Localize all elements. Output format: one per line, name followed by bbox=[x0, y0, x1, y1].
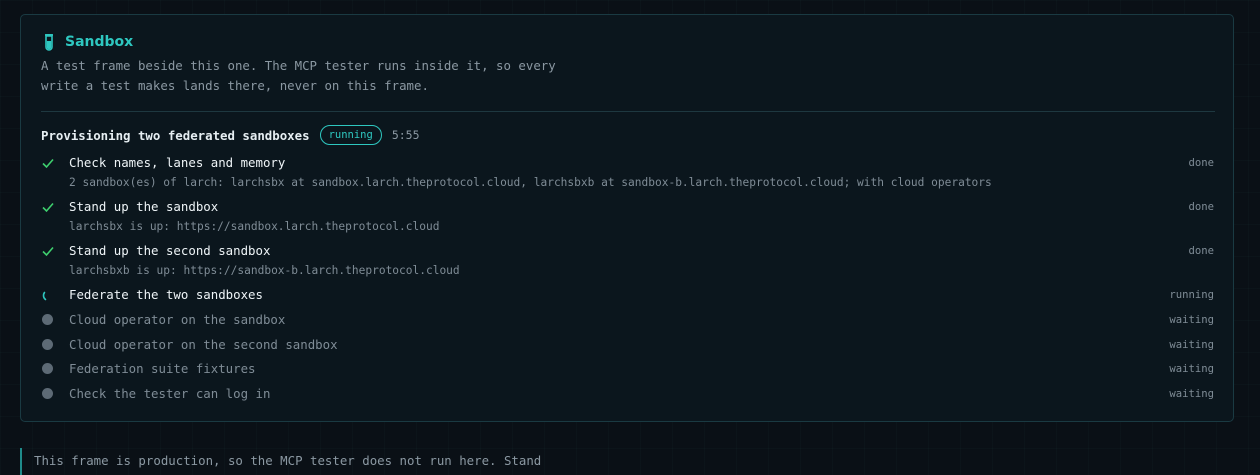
sandbox-header: Sandbox bbox=[41, 33, 133, 51]
step-label: Federate the two sandboxes bbox=[69, 287, 263, 302]
description-line-2: write a test makes lands there, never on… bbox=[41, 78, 429, 93]
step-row: Check names, lanes and memory done bbox=[41, 153, 1214, 175]
sandbox-panel: Sandbox A test frame beside this one. Th… bbox=[20, 14, 1234, 422]
step-status: done bbox=[1188, 245, 1214, 257]
sandbox-title: Sandbox bbox=[65, 34, 134, 50]
step-status: waiting bbox=[1169, 388, 1214, 400]
divider bbox=[41, 111, 1215, 112]
step-status: done bbox=[1188, 201, 1214, 213]
step-label: Federation suite fixtures bbox=[69, 361, 256, 376]
provisioning-title: Provisioning two federated sandboxes bbox=[41, 127, 310, 143]
step-row: Stand up the sandbox done bbox=[41, 197, 1214, 219]
step-label: Cloud operator on the second sandbox bbox=[69, 337, 338, 352]
provisioning-header: Provisioning two federated sandboxes run… bbox=[41, 124, 420, 146]
sandbox-description: A test frame beside this one. The MCP te… bbox=[41, 56, 641, 96]
pending-dot-icon bbox=[42, 339, 53, 350]
step-label: Stand up the second sandbox bbox=[69, 243, 271, 258]
step-status: running bbox=[1169, 289, 1214, 301]
step-row: Cloud operator on the sandbox waiting bbox=[41, 310, 1214, 332]
check-icon bbox=[42, 246, 54, 257]
step-row: Federation suite fixtures waiting bbox=[41, 359, 1214, 381]
elapsed-time: 5:55 bbox=[391, 128, 420, 142]
step-row: Check the tester can log in waiting bbox=[41, 384, 1214, 406]
step-detail: 2 sandbox(es) of larch: larchsbx at sand… bbox=[69, 176, 992, 189]
status-badge: running bbox=[319, 125, 382, 145]
production-note: This frame is production, so the MCP tes… bbox=[20, 448, 541, 475]
step-row: Stand up the second sandbox done bbox=[41, 241, 1214, 263]
step-detail: larchsbx is up: https://sandbox.larch.th… bbox=[69, 220, 440, 233]
step-label: Cloud operator on the sandbox bbox=[69, 312, 286, 327]
spinner-icon bbox=[42, 291, 47, 301]
pending-dot-icon bbox=[42, 388, 53, 399]
step-label: Stand up the sandbox bbox=[69, 199, 219, 214]
step-row: Federate the two sandboxes running bbox=[41, 285, 1214, 307]
step-status: done bbox=[1188, 157, 1214, 169]
pending-dot-icon bbox=[42, 314, 53, 325]
step-status: waiting bbox=[1169, 339, 1214, 351]
step-row: Cloud operator on the second sandbox wai… bbox=[41, 335, 1214, 357]
test-tube-icon bbox=[45, 34, 53, 51]
step-detail: larchsbxb is up: https://sandbox-b.larch… bbox=[69, 264, 460, 277]
pending-dot-icon bbox=[42, 363, 53, 374]
check-icon bbox=[42, 202, 54, 213]
check-icon bbox=[42, 158, 54, 169]
step-label: Check names, lanes and memory bbox=[69, 155, 286, 170]
step-status: waiting bbox=[1169, 363, 1214, 375]
step-status: waiting bbox=[1169, 314, 1214, 326]
step-label: Check the tester can log in bbox=[69, 386, 271, 401]
description-line-1: A test frame beside this one. The MCP te… bbox=[41, 58, 556, 73]
